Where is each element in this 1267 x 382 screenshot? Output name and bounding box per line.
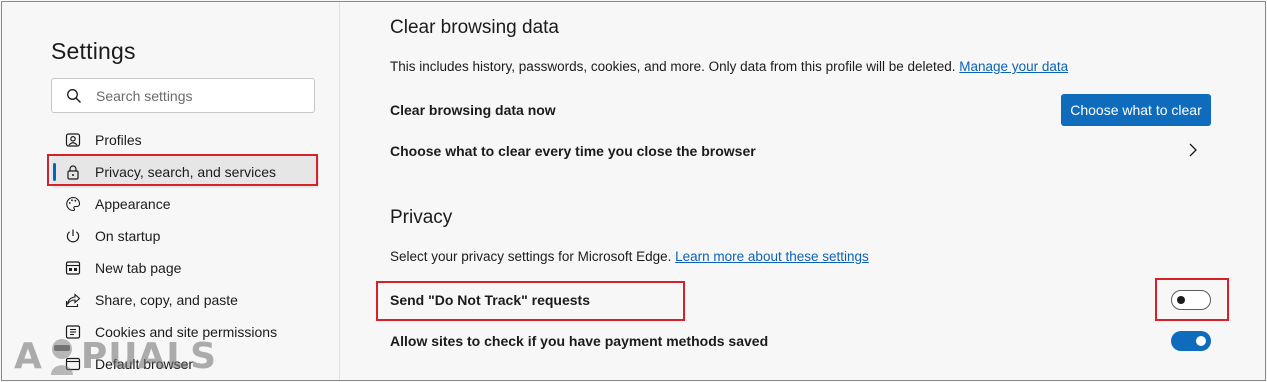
watermark-text-left: A (14, 335, 43, 377)
sidebar-item-label: Appearance (95, 196, 171, 212)
clear-now-label: Clear browsing data now (390, 102, 556, 118)
settings-sidebar: Settings Profiles Privacy, search, and s… (2, 2, 340, 380)
privacy-title: Privacy (390, 207, 453, 228)
profile-icon (65, 133, 81, 147)
sidebar-item-privacy[interactable]: Privacy, search, and services (51, 156, 319, 188)
palette-icon (66, 196, 81, 212)
payment-methods-label: Allow sites to check if you have payment… (390, 333, 769, 349)
settings-content: Clear browsing data This includes histor… (341, 2, 1265, 380)
sidebar-item-on-startup[interactable]: On startup (51, 220, 319, 252)
clear-browsing-title: Clear browsing data (390, 17, 559, 38)
privacy-description-text: Select your privacy settings for Microso… (390, 249, 672, 264)
sidebar-item-appearance[interactable]: Appearance (51, 188, 319, 220)
manage-data-link[interactable]: Manage your data (959, 59, 1068, 74)
payment-methods-toggle[interactable] (1171, 331, 1211, 351)
clear-on-close-label[interactable]: Choose what to clear every time you clos… (390, 143, 756, 159)
choose-what-to-clear-button[interactable]: Choose what to clear (1061, 94, 1211, 126)
sidebar-item-profiles[interactable]: Profiles (51, 124, 319, 156)
sidebar-item-label: On startup (95, 228, 161, 244)
clear-browsing-description: This includes history, passwords, cookie… (390, 59, 1068, 74)
watermark-text-right: PUALS (80, 335, 218, 377)
search-box[interactable] (51, 78, 315, 113)
search-icon (67, 89, 81, 103)
privacy-description: Select your privacy settings for Microso… (390, 249, 869, 264)
sidebar-item-label: Profiles (95, 132, 142, 148)
appuals-watermark: A PUALS (14, 333, 217, 379)
search-input[interactable] (96, 85, 306, 107)
lock-icon (67, 165, 79, 180)
toggle-knob (1196, 336, 1206, 346)
toggle-knob (1177, 296, 1185, 304)
power-icon (66, 229, 80, 243)
mascot-icon (50, 339, 73, 375)
chevron-right-icon[interactable] (1186, 142, 1200, 158)
learn-more-link[interactable]: Learn more about these settings (675, 249, 869, 264)
sidebar-item-new-tab-page[interactable]: New tab page (51, 252, 319, 284)
sidebar-item-label: Share, copy, and paste (95, 292, 238, 308)
sidebar-item-label: New tab page (95, 260, 182, 276)
sidebar-item-share-copy-paste[interactable]: Share, copy, and paste (51, 284, 319, 316)
clear-description-text: This includes history, passwords, cookie… (390, 59, 956, 74)
sidebar-title: Settings (51, 38, 136, 64)
new-tab-icon (65, 261, 81, 275)
sidebar-item-label: Privacy, search, and services (95, 164, 277, 180)
share-icon (65, 293, 81, 308)
do-not-track-toggle[interactable] (1171, 290, 1211, 310)
do-not-track-label: Send "Do Not Track" requests (390, 292, 590, 308)
